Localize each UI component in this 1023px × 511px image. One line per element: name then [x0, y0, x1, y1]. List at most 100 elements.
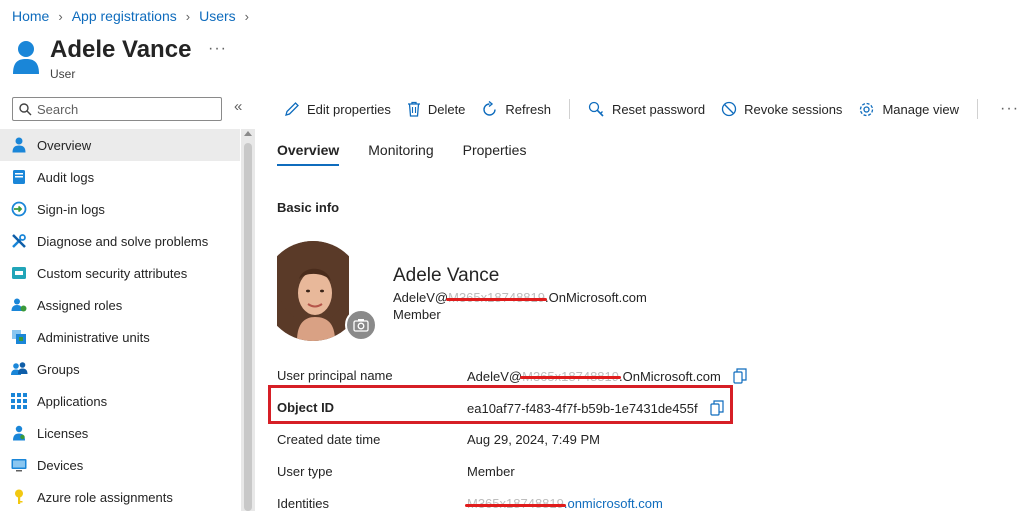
sidebar-item-label: Audit logs: [37, 169, 95, 185]
copy-icon[interactable]: [733, 368, 747, 384]
wrench-icon: [10, 232, 28, 250]
change-photo-button[interactable]: [345, 309, 377, 341]
email-prefix: AdeleV@: [393, 290, 449, 305]
reset-password-icon: [588, 101, 604, 117]
sidebar-item-devices[interactable]: Devices: [0, 449, 240, 481]
upn-suffix: .OnMicrosoft.com: [618, 368, 721, 384]
sidebar-item-label: Administrative units: [37, 329, 150, 345]
license-icon: [10, 424, 28, 442]
sidebar-item-label: Devices: [37, 457, 84, 473]
sidebar-item-label: Sign-in logs: [37, 201, 105, 217]
toolbar-divider: [568, 99, 570, 119]
sidebar-item-assigned-roles[interactable]: Assigned roles: [0, 289, 240, 321]
scrollbar-thumb[interactable]: [244, 143, 252, 511]
attributes-icon: [10, 264, 28, 282]
sidebar-item-azure-role-assignments[interactable]: Azure role assignments: [0, 481, 240, 511]
delete-button[interactable]: Delete: [407, 101, 466, 117]
gear-icon: [860, 102, 874, 116]
page-header: Adele Vance User ···: [12, 36, 226, 81]
identities-label: Identities: [277, 496, 330, 511]
chevron-right-icon: ›: [185, 8, 191, 24]
manage-view-label: Manage view: [882, 101, 960, 117]
upn-label: User principal name: [277, 368, 393, 383]
edit-properties-button[interactable]: Edit properties: [284, 101, 391, 117]
tab-list: Overview Monitoring Properties: [277, 142, 555, 166]
sidebar-item-label: Overview: [37, 137, 92, 153]
breadcrumb-app-registrations[interactable]: App registrations: [72, 8, 177, 24]
apps-grid-icon: [10, 392, 28, 410]
pencil-icon: [285, 102, 299, 116]
more-commands-icon[interactable]: ···: [1000, 100, 1019, 118]
refresh-icon: [483, 100, 497, 116]
reset-password-label: Reset password: [611, 101, 706, 117]
user-icon: [13, 41, 39, 74]
refresh-button[interactable]: Refresh: [481, 100, 551, 118]
profile-email: AdeleV@M365x18748819.OnMicrosoft.com: [393, 290, 647, 305]
sidebar-item-audit-logs[interactable]: Audit logs: [0, 161, 240, 193]
upn-value: AdeleV@ M365x18748819 .OnMicrosoft.com: [467, 368, 747, 384]
profile-member-type: Member: [393, 307, 441, 322]
sidebar-item-label: Groups: [37, 361, 80, 377]
breadcrumb-home[interactable]: Home: [12, 8, 49, 24]
page-subtitle: User: [50, 67, 76, 81]
sidebar-nav: Overview Audit logs Sign-in logs Diagnos…: [0, 129, 240, 511]
admin-units-icon: [10, 328, 28, 346]
trash-icon: [407, 101, 420, 117]
reset-password-button[interactable]: Reset password: [588, 101, 705, 117]
created-label: Created date time: [277, 432, 381, 447]
delete-label: Delete: [427, 101, 466, 117]
sidebar-item-label: Azure role assignments: [37, 489, 173, 505]
sidebar-item-diagnose[interactable]: Diagnose and solve problems: [0, 225, 240, 257]
sidebar-item-groups[interactable]: Groups: [0, 353, 240, 385]
manage-view-button[interactable]: Manage view: [858, 101, 959, 118]
revoke-sessions-label: Revoke sessions: [744, 101, 843, 117]
sidebar-item-label: Custom security attributes: [37, 265, 188, 281]
camera-icon: [353, 319, 369, 332]
redacted-tenant: M365x18748819: [520, 368, 621, 384]
page-title: Adele Vance: [50, 36, 192, 63]
toolbar-divider: [977, 99, 979, 119]
user-icon: [10, 136, 28, 154]
sign-in-icon: [10, 200, 28, 218]
revoke-sessions-button[interactable]: Revoke sessions: [721, 101, 842, 117]
block-icon: [722, 101, 737, 117]
roles-icon: [10, 296, 28, 314]
more-options-icon[interactable]: ···: [208, 40, 227, 58]
sidebar-item-sign-in-logs[interactable]: Sign-in logs: [0, 193, 240, 225]
edit-properties-label: Edit properties: [307, 101, 391, 117]
sidebar-item-licenses[interactable]: Licenses: [0, 417, 240, 449]
tab-monitoring[interactable]: Monitoring: [368, 142, 433, 166]
redacted-tenant: M365x18748819: [465, 496, 566, 511]
sidebar-item-administrative-units[interactable]: Administrative units: [0, 321, 240, 353]
scroll-up-arrow-icon[interactable]: [244, 131, 252, 136]
search-box: [12, 97, 222, 121]
basic-info-heading: Basic info: [277, 200, 340, 215]
sidebar-item-overview[interactable]: Overview: [0, 129, 240, 161]
sidebar-item-label: Licenses: [37, 425, 89, 441]
sidebar-item-label: Diagnose and solve problems: [37, 233, 209, 249]
created-value: Aug 29, 2024, 7:49 PM: [467, 432, 600, 447]
chevron-right-icon: ›: [244, 8, 250, 24]
collapse-sidebar-icon[interactable]: «: [234, 98, 242, 115]
sidebar-item-label: Assigned roles: [37, 297, 123, 313]
upn-prefix: AdeleV@: [467, 368, 523, 384]
key-icon: [10, 488, 28, 506]
email-suffix: .OnMicrosoft.com: [544, 290, 647, 305]
redacted-tenant: M365x18748819: [448, 290, 545, 305]
sidebar-scrollbar[interactable]: [241, 129, 255, 511]
chevron-right-icon: ›: [58, 8, 63, 24]
user-type-label: User type: [277, 464, 333, 479]
breadcrumb-users[interactable]: Users: [199, 8, 236, 24]
groups-icon: [10, 360, 28, 378]
identities-value[interactable]: M365x18748819 .onmicrosoft.com: [465, 496, 663, 511]
device-icon: [10, 456, 28, 474]
tab-properties[interactable]: Properties: [463, 142, 527, 166]
sidebar-item-custom-security-attributes[interactable]: Custom security attributes: [0, 257, 240, 289]
search-input[interactable]: [37, 101, 207, 117]
profile-name: Adele Vance: [393, 265, 500, 286]
sidebar-item-applications[interactable]: Applications: [0, 385, 240, 417]
profile-photo: [277, 241, 349, 341]
tab-overview[interactable]: Overview: [277, 142, 340, 166]
search-icon: [19, 102, 32, 115]
breadcrumb: Home › App registrations › Users ›: [12, 8, 258, 24]
